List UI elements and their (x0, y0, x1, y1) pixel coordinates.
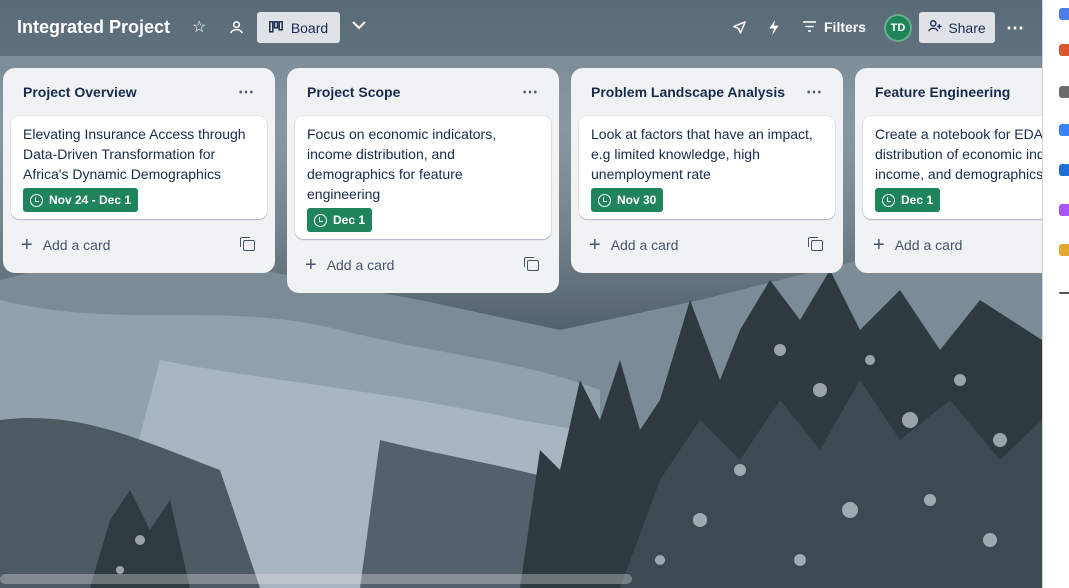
sidebar-app-icon[interactable] (1059, 244, 1069, 256)
plus-icon: + (873, 234, 885, 256)
due-date-badge[interactable]: Nov 24 - Dec 1 (23, 188, 139, 212)
sidebar-app-icon[interactable] (1059, 44, 1069, 56)
star-icon[interactable]: ☆ (192, 20, 206, 36)
list-project-overview: Project Overview ⋯ Elevating Insurance A… (3, 68, 275, 273)
workspace-visibility-icon[interactable] (229, 20, 244, 35)
rocket-icon[interactable] (732, 20, 747, 35)
clock-icon (314, 213, 327, 227)
due-date-label: Dec 1 (333, 213, 366, 227)
add-card-label: Add a card (42, 237, 111, 253)
list-menu-icon[interactable]: ⋯ (522, 82, 539, 102)
share-button[interactable]: Share (919, 12, 995, 43)
card-title: Elevating Insurance Access through Data-… (23, 126, 246, 182)
create-from-template-icon[interactable] (524, 256, 539, 271)
chevron-down-icon[interactable] (352, 20, 366, 30)
add-card-button[interactable]: + Add a card (873, 234, 963, 256)
create-from-template-icon[interactable] (240, 236, 255, 251)
list-project-scope: Project Scope ⋯ Focus on economic indica… (287, 68, 559, 293)
list-title[interactable]: Problem Landscape Analysis (591, 84, 785, 100)
create-from-template-icon[interactable] (808, 236, 823, 251)
plus-icon: + (589, 234, 601, 256)
automation-bolt-icon[interactable] (768, 20, 780, 35)
avatar[interactable]: TD (884, 14, 912, 42)
add-card-button[interactable]: + Add a card (21, 234, 111, 256)
sidebar-app-icon[interactable] (1059, 204, 1069, 216)
clock-icon (882, 193, 895, 207)
due-date-label: Dec 1 (901, 193, 934, 207)
add-card-button[interactable]: + Add a card (305, 254, 395, 276)
share-label: Share (948, 19, 986, 36)
browser-sidebar (1042, 0, 1069, 588)
list-problem-landscape-analysis: Problem Landscape Analysis ⋯ Look at fac… (571, 68, 843, 273)
due-date-badge[interactable]: Nov 30 (591, 188, 664, 212)
card[interactable]: Elevating Insurance Access through Data-… (11, 116, 267, 219)
list-title[interactable]: Feature Engineering (875, 84, 1010, 100)
list-menu-icon[interactable]: ⋯ (806, 82, 823, 102)
sidebar-app-icon[interactable] (1059, 8, 1069, 20)
board-view-icon (268, 20, 283, 36)
list-title[interactable]: Project Scope (307, 84, 400, 100)
list-title[interactable]: Project Overview (23, 84, 137, 100)
add-card-label: Add a card (326, 257, 395, 273)
board-header: Integrated Project ☆ Board Filters TD Sh… (0, 0, 1042, 56)
add-card-row: + Add a card (579, 225, 835, 265)
list-header: Project Overview ⋯ (11, 68, 267, 116)
due-date-badge[interactable]: Dec 1 (875, 188, 941, 212)
sidebar-divider (1059, 292, 1069, 294)
filters-button[interactable]: Filters (803, 19, 866, 35)
horizontal-scrollbar[interactable] (0, 574, 632, 584)
sidebar-app-icon[interactable] (1059, 124, 1069, 136)
card-title: Focus on economic indicators, income dis… (307, 126, 497, 202)
add-card-row: + Add a card (11, 225, 267, 265)
clock-icon (598, 193, 611, 207)
add-card-label: Add a card (610, 237, 679, 253)
list-header: Problem Landscape Analysis ⋯ (579, 68, 835, 116)
add-card-row: + Add a card (295, 245, 551, 285)
share-user-icon (928, 19, 942, 36)
board-title[interactable]: Integrated Project (17, 17, 170, 38)
add-card-label: Add a card (894, 237, 963, 253)
clock-icon (30, 193, 43, 207)
due-date-label: Nov 30 (617, 193, 657, 207)
sidebar-app-icon[interactable] (1059, 86, 1069, 98)
add-card-button[interactable]: + Add a card (589, 234, 679, 256)
sidebar-app-icon[interactable] (1059, 164, 1069, 176)
card-title: Create a notebook for EDA, the distribut… (875, 126, 1042, 182)
plus-icon: + (305, 254, 317, 276)
list-header: Feature Engineering ⋯ (863, 68, 1042, 116)
filters-label: Filters (824, 19, 867, 35)
filter-icon (803, 19, 816, 35)
list-header: Project Scope ⋯ (295, 68, 551, 116)
more-icon[interactable]: ⋯ (1006, 18, 1025, 39)
due-date-badge[interactable]: Dec 1 (307, 208, 373, 232)
card[interactable]: Focus on economic indicators, income dis… (295, 116, 551, 239)
list-menu-icon[interactable]: ⋯ (238, 82, 255, 102)
board-view-label: Board (290, 19, 329, 36)
list-feature-engineering: Feature Engineering ⋯ Create a notebook … (855, 68, 1042, 273)
card[interactable]: Create a notebook for EDA, the distribut… (863, 116, 1042, 219)
due-date-label: Nov 24 - Dec 1 (49, 193, 132, 207)
card-title: Look at factors that have an impact, e.g… (591, 126, 813, 182)
card[interactable]: Look at factors that have an impact, e.g… (579, 116, 835, 219)
add-card-row: + Add a card (863, 225, 1042, 265)
board-view-button[interactable]: Board (257, 12, 340, 43)
plus-icon: + (21, 234, 33, 256)
